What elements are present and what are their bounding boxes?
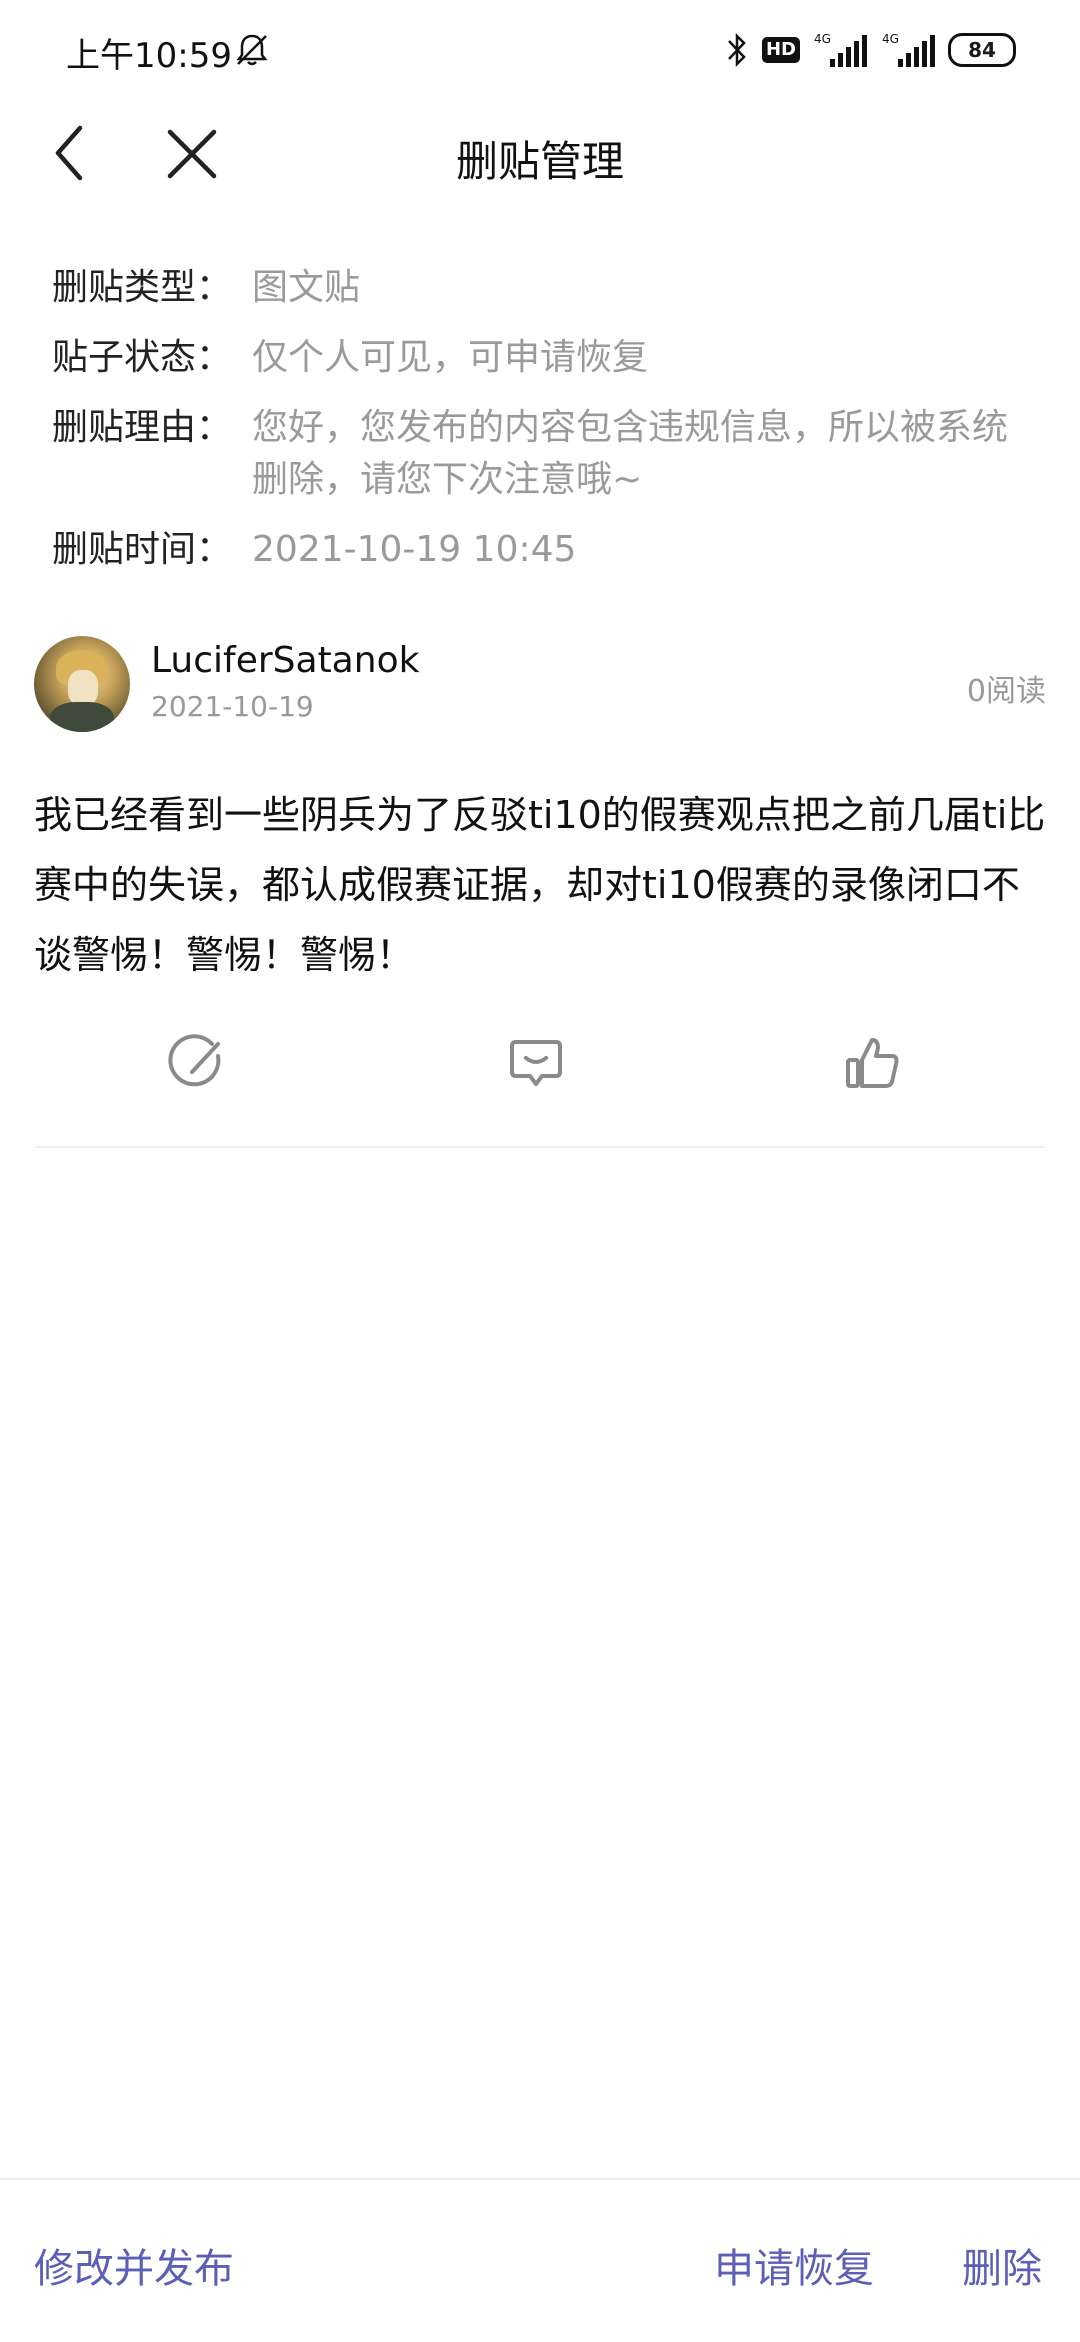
delete-button[interactable]: 删除 xyxy=(962,2236,1042,2294)
deletion-info: 删贴类型： 图文贴 贴子状态： 仅个人可见，可申请恢复 删贴理由： 您好，您发布… xyxy=(52,262,1042,594)
info-row-reason: 删贴理由： 您好，您发布的内容包含违规信息，所以被系统删除，请您下次注意哦~ xyxy=(52,402,1042,506)
info-value: 仅个人可见，可申请恢复 xyxy=(252,337,649,378)
post-date: 2021-10-19 xyxy=(151,690,314,723)
battery-icon: 84 xyxy=(948,33,1016,67)
avatar-body xyxy=(50,702,114,732)
info-value: 图文贴 xyxy=(252,267,361,308)
signal-icon-2: 4G xyxy=(882,32,935,67)
info-label: 删贴时间： xyxy=(52,529,233,570)
bluetooth-icon xyxy=(728,32,746,68)
avatar[interactable] xyxy=(34,636,130,732)
nav-bar: 删贴管理 xyxy=(0,100,1080,210)
like-icon[interactable] xyxy=(842,1034,902,1094)
network-type-label-2: 4G xyxy=(882,32,899,46)
mute-bell-icon xyxy=(236,34,268,66)
status-time: 上午10:59 xyxy=(66,36,232,76)
network-type-label: 4G xyxy=(814,32,831,46)
info-label: 删贴类型： xyxy=(52,267,233,308)
edit-icon[interactable] xyxy=(168,1034,228,1094)
info-row-status: 贴子状态： 仅个人可见，可申请恢复 xyxy=(52,332,1042,384)
info-row-type: 删贴类型： 图文贴 xyxy=(52,262,1042,314)
edit-and-publish-button[interactable]: 修改并发布 xyxy=(34,2236,234,2294)
page-title: 删贴管理 xyxy=(455,137,624,186)
bottom-bar: 修改并发布 申请恢复 删除 xyxy=(0,2178,1080,2342)
post-actions xyxy=(0,1030,1080,1100)
divider xyxy=(34,1146,1046,1148)
hd-badge: HD xyxy=(761,37,800,63)
info-value: 您好，您发布的内容包含违规信息，所以被系统删除，请您下次注意哦~ xyxy=(252,407,1009,500)
post-header: LuciferSatanok 2021-10-19 0阅读 xyxy=(34,636,1046,736)
info-row-time: 删贴时间： 2021-10-19 10:45 xyxy=(52,524,1042,576)
status-icons: HD 4G 4G 84 xyxy=(724,28,1016,72)
info-label: 删贴理由： xyxy=(52,407,233,448)
info-value: 2021-10-19 10:45 xyxy=(252,529,577,570)
avatar-face xyxy=(68,670,98,706)
request-restore-button[interactable]: 申请恢复 xyxy=(714,2236,874,2294)
read-count: 0阅读 xyxy=(966,674,1046,709)
comment-icon[interactable] xyxy=(506,1034,566,1094)
info-label: 贴子状态： xyxy=(52,337,233,378)
signal-icon: 4G xyxy=(814,32,867,67)
status-bar: 上午10:59 HD 4G 4G 84 xyxy=(0,0,1080,100)
username[interactable]: LuciferSatanok xyxy=(151,640,419,681)
post-content: 我已经看到一些阴兵为了反驳ti10的假赛观点把之前几届ti比赛中的失误，都认成假… xyxy=(34,793,1046,977)
